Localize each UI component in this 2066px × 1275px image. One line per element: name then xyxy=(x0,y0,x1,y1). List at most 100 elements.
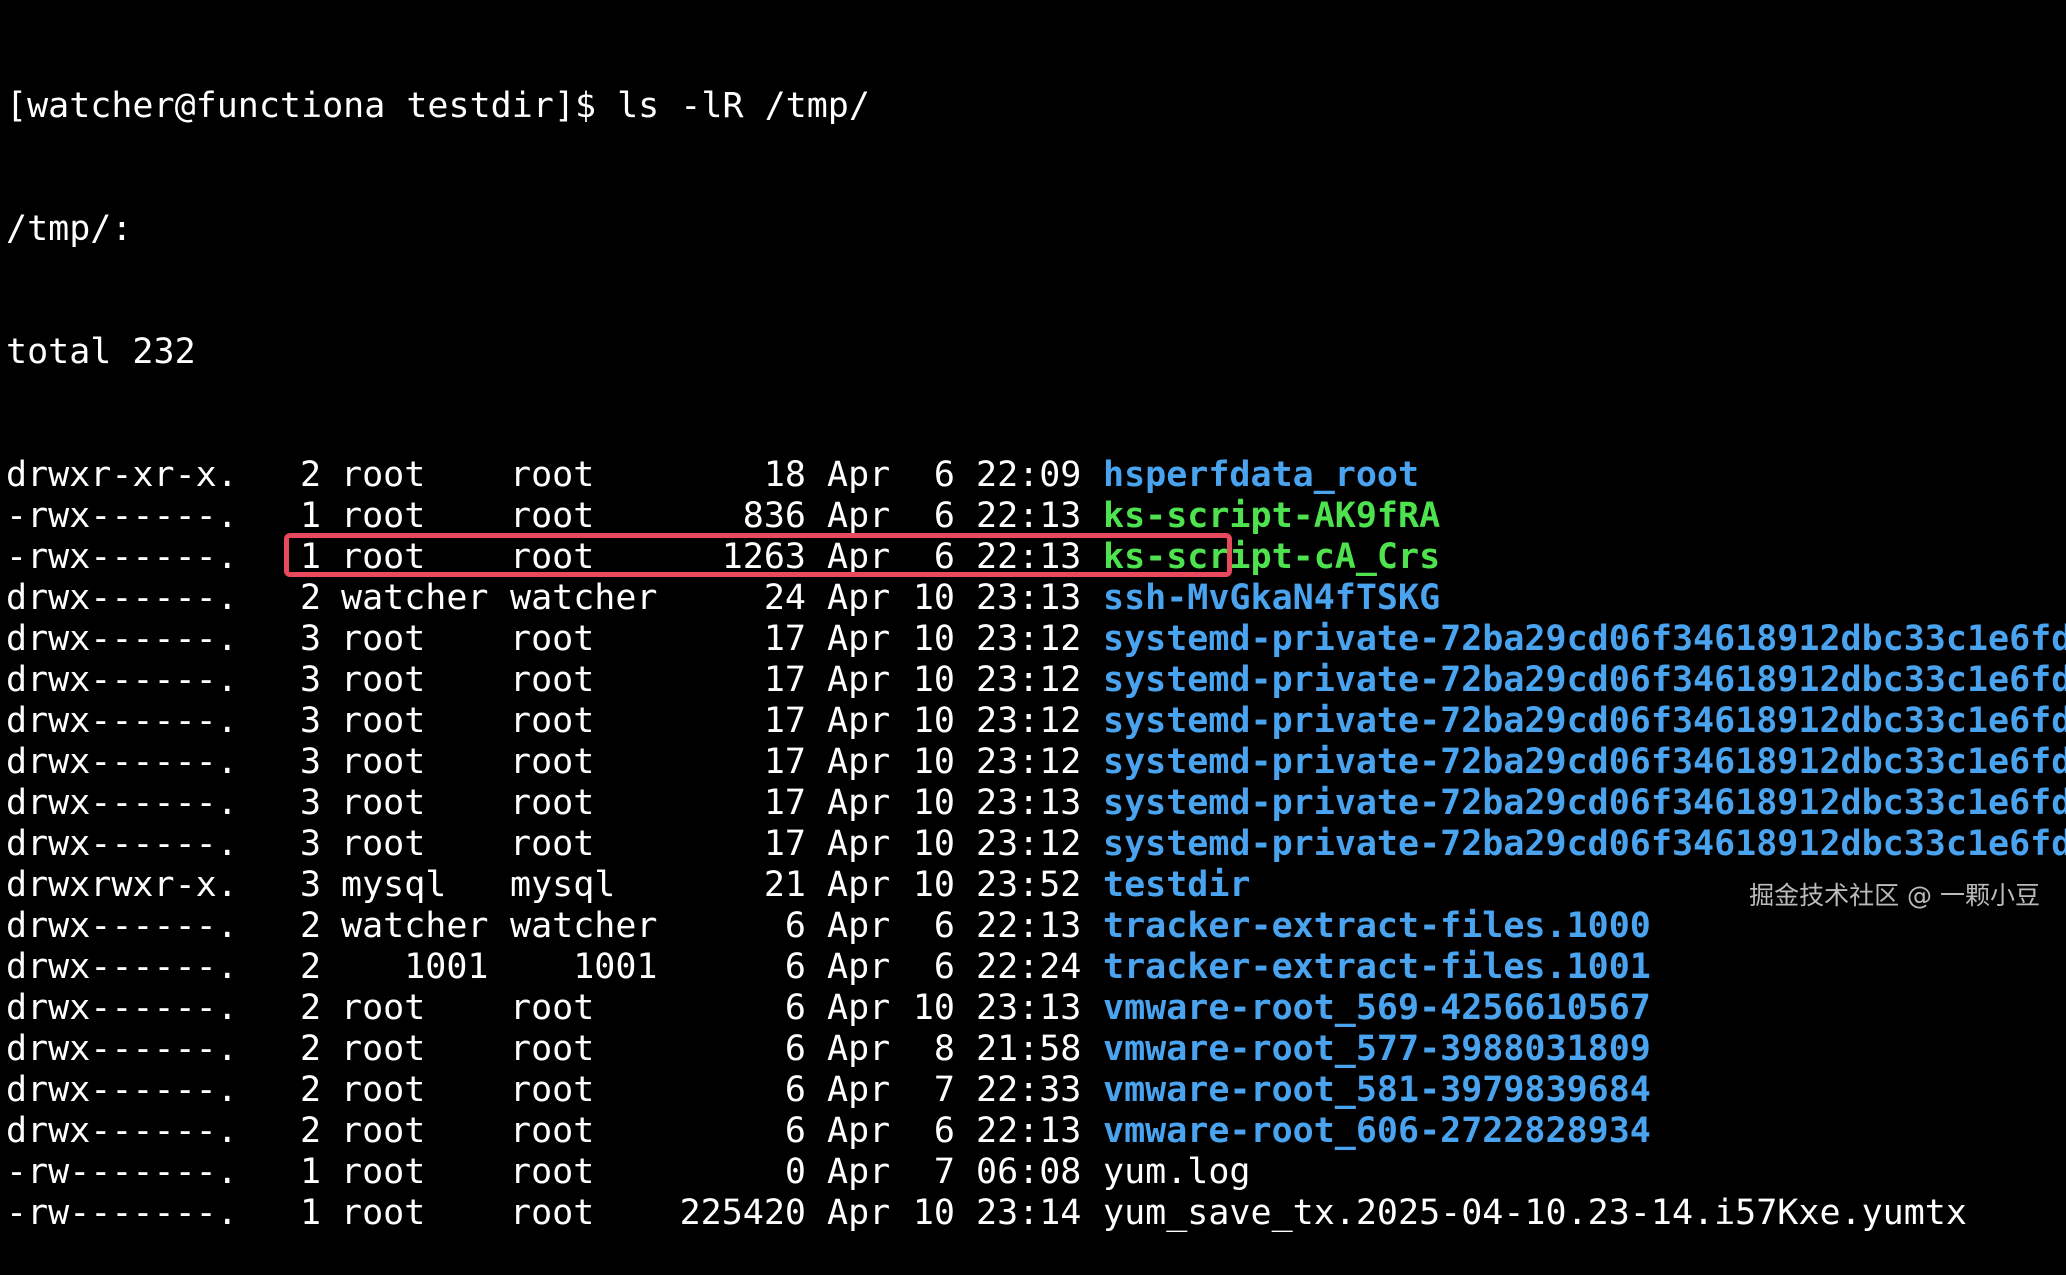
owner: root xyxy=(341,988,426,1028)
file-size: 18 xyxy=(763,455,806,495)
month: Apr xyxy=(827,455,891,495)
month: Apr xyxy=(827,906,891,946)
link-count: 3 xyxy=(300,824,322,864)
day: 7 xyxy=(933,1152,955,1192)
file-name: ks-script-cA_Crs xyxy=(1103,537,1441,577)
file-row: -rwx------. 1 root root 836 Apr 6 22:13 ks-scrip… xyxy=(6,496,2066,537)
day: 10 xyxy=(912,1193,955,1233)
file-name: testdir xyxy=(1103,865,1251,905)
time: 23:12 xyxy=(976,824,1082,864)
permissions: drwx------. xyxy=(6,1111,238,1151)
permissions: -rw-------. xyxy=(6,1152,238,1192)
link-count: 2 xyxy=(300,1111,322,1151)
file-row: drwx------. 2 watcher watcher 6 Apr 6 22:13 trac… xyxy=(6,906,2066,947)
link-count: 2 xyxy=(300,947,322,987)
file-size: 21 xyxy=(763,865,806,905)
time: 22:33 xyxy=(976,1070,1082,1110)
group: root xyxy=(510,455,595,495)
link-count: 3 xyxy=(300,619,322,659)
day: 10 xyxy=(912,988,955,1028)
month: Apr xyxy=(827,1029,891,1069)
permissions: drwx------. xyxy=(6,660,238,700)
owner: root xyxy=(341,1111,426,1151)
owner: mysql xyxy=(341,865,447,905)
month: Apr xyxy=(827,496,891,536)
day: 6 xyxy=(933,537,955,577)
time: 21:58 xyxy=(976,1029,1082,1069)
file-name: yum_save_tx.2025-04-10.23-14.i57Kxe.yumt… xyxy=(1103,1193,1967,1233)
time: 23:12 xyxy=(976,619,1082,659)
month: Apr xyxy=(827,537,891,577)
time: 22:24 xyxy=(976,947,1082,987)
permissions: -rwx------. xyxy=(6,496,238,536)
time: 23:52 xyxy=(976,865,1082,905)
group: root xyxy=(510,988,595,1028)
group: watcher xyxy=(510,578,658,618)
owner: root xyxy=(341,496,426,536)
month: Apr xyxy=(827,988,891,1028)
file-size: 6 xyxy=(784,1070,806,1110)
link-count: 2 xyxy=(300,988,322,1028)
day: 10 xyxy=(912,660,955,700)
month: Apr xyxy=(827,701,891,741)
owner: 1001 xyxy=(341,947,489,987)
day: 10 xyxy=(912,865,955,905)
month: Apr xyxy=(827,1111,891,1151)
time: 23:13 xyxy=(976,783,1082,823)
link-count: 3 xyxy=(300,701,322,741)
file-size: 17 xyxy=(763,619,806,659)
file-row: drwx------. 3 root root 17 Apr 10 23:12 systemd-… xyxy=(6,701,2066,742)
owner: root xyxy=(341,455,426,495)
permissions: drwx------. xyxy=(6,701,238,741)
file-name: tracker-extract-files.1001 xyxy=(1103,947,1651,987)
owner: root xyxy=(341,742,426,782)
file-size: 225420 xyxy=(679,1193,806,1233)
month: Apr xyxy=(827,824,891,864)
file-name: systemd-private-72ba29cd06f34618912dbc33… xyxy=(1103,619,2066,659)
time: 23:12 xyxy=(976,660,1082,700)
owner: root xyxy=(341,701,426,741)
day: 6 xyxy=(933,906,955,946)
time: 22:13 xyxy=(976,537,1082,577)
group: root xyxy=(510,824,595,864)
file-row: drwx------. 3 root root 17 Apr 10 23:13 systemd-… xyxy=(6,783,2066,824)
file-size: 17 xyxy=(763,824,806,864)
group: 1001 xyxy=(510,947,658,987)
file-row: drwx------. 2 watcher watcher 24 Apr 10 23:13 ss… xyxy=(6,578,2066,619)
time: 23:13 xyxy=(976,578,1082,618)
month: Apr xyxy=(827,578,891,618)
file-name: systemd-private-72ba29cd06f34618912dbc33… xyxy=(1103,701,2066,741)
file-row: drwx------. 2 1001 1001 6 Apr 6 22:24 tracker-… xyxy=(6,947,2066,988)
permissions: drwxrwxr-x. xyxy=(6,865,238,905)
owner: root xyxy=(341,824,426,864)
terminal-window[interactable]: [watcher@functiona testdir]$ ls -lR /tmp… xyxy=(0,0,2066,1233)
permissions: drwx------. xyxy=(6,906,238,946)
owner: root xyxy=(341,1152,426,1192)
month: Apr xyxy=(827,1193,891,1233)
group: watcher xyxy=(510,906,658,946)
file-size: 17 xyxy=(763,783,806,823)
month: Apr xyxy=(827,742,891,782)
day: 10 xyxy=(912,742,955,782)
file-name: hsperfdata_root xyxy=(1103,455,1420,495)
day: 10 xyxy=(912,578,955,618)
owner: root xyxy=(341,619,426,659)
permissions: drwx------. xyxy=(6,1070,238,1110)
link-count: 2 xyxy=(300,1070,322,1110)
link-count: 2 xyxy=(300,455,322,495)
file-name: vmware-root_606-2722828934 xyxy=(1103,1111,1651,1151)
permissions: -rwx------. xyxy=(6,537,238,577)
file-size: 6 xyxy=(784,1111,806,1151)
month: Apr xyxy=(827,1070,891,1110)
file-size: 17 xyxy=(763,660,806,700)
time: 23:14 xyxy=(976,1193,1082,1233)
group: root xyxy=(510,1111,595,1151)
group: root xyxy=(510,1152,595,1192)
month: Apr xyxy=(827,1152,891,1192)
file-name: systemd-private-72ba29cd06f34618912dbc33… xyxy=(1103,742,2066,782)
file-row: drwx------. 2 root root 6 Apr 7 22:33 vmware-roo… xyxy=(6,1070,2066,1111)
time: 06:08 xyxy=(976,1152,1082,1192)
link-count: 3 xyxy=(300,742,322,782)
link-count: 2 xyxy=(300,1029,322,1069)
permissions: drwx------. xyxy=(6,947,238,987)
